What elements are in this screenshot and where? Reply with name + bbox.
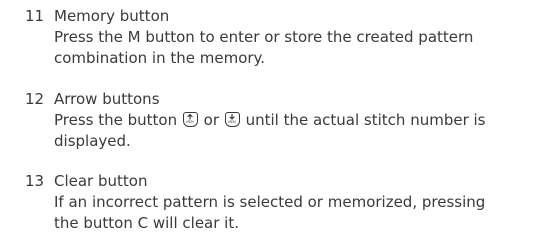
mem-up-arrow-key-icon: MEM [182,112,198,127]
description-line: If an incorrect pattern is selected or m… [54,193,486,211]
mem-down-arrow-key-icon: MEM [224,112,240,127]
entry-title: Memory button [54,7,170,25]
description-line: displayed. [54,132,131,150]
manual-page: 11 Memory button Press the M button to e… [0,0,558,249]
entry-description: If an incorrect pattern is selected or m… [54,192,554,234]
entry-description: Press the M button to enter or store the… [54,27,554,69]
description-line: Press the button MEM or MEM until the ac… [54,110,554,131]
entry-number: 12 [25,90,45,108]
mem-caption: MEM [228,120,236,124]
entry-description: Press the button MEM or MEM until the ac… [54,110,554,152]
description-text: until the actual stitch number is [245,111,486,129]
entry-title: Arrow buttons [54,90,160,108]
entry-number: 13 [25,172,45,190]
description-text: or [203,111,220,129]
description-text: Press the button [54,111,178,129]
description-line: the button C will clear it. [54,214,239,232]
entry-number: 11 [25,7,45,25]
mem-caption: MEM [186,120,194,124]
description-line: Press the M button to enter or store the… [54,28,474,46]
entry-title: Clear button [54,172,148,190]
description-line: combination in the memory. [54,49,266,67]
